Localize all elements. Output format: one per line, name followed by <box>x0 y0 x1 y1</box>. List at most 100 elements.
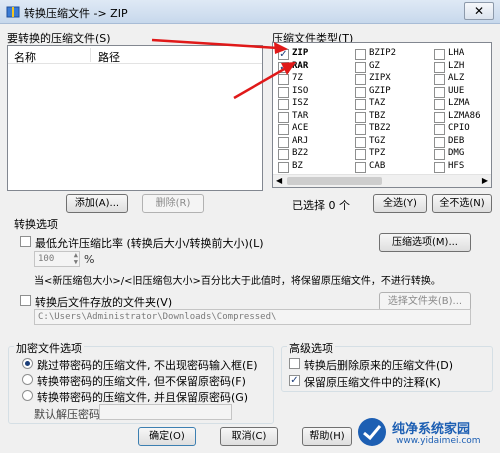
type-checkbox[interactable] <box>355 99 366 110</box>
convert-keep-password-radio[interactable] <box>22 390 33 401</box>
min-ratio-label: 最低允许压缩比率 (转换后大小/转换前大小)(L) <box>35 237 264 250</box>
type-label: GZIP <box>369 85 391 96</box>
type-label: TAZ <box>369 98 386 108</box>
type-checkbox[interactable] <box>434 49 445 60</box>
convert-drop-password-label: 转换带密码的压缩文件, 但不保留原密码(F) <box>37 375 246 388</box>
type-label: LHA <box>448 48 465 58</box>
save-folder-checkbox[interactable] <box>20 295 31 306</box>
type-label: TBZ <box>369 110 386 121</box>
type-checkbox[interactable] <box>278 136 289 148</box>
type-label: BZ <box>292 160 303 171</box>
type-label: TGZ <box>369 135 386 146</box>
type-checkbox[interactable] <box>434 61 445 73</box>
type-label: ZIPX <box>369 73 391 83</box>
type-checkbox[interactable] <box>278 161 289 173</box>
spinner-arrows-icon[interactable]: ▲ ▼ <box>74 252 78 266</box>
type-checkbox[interactable] <box>434 149 445 160</box>
delete-original-label: 转换后删除原来的压缩文件(D) <box>304 359 454 372</box>
default-password-label: 默认解压密码: <box>34 408 104 421</box>
type-label: TPZ <box>369 148 386 158</box>
types-list[interactable]: ZIPRAR7ZISOISZTARACEARJBZ2BZBZIP2GZZIPXG… <box>272 42 492 188</box>
skip-encrypted-radio[interactable] <box>22 358 33 369</box>
delete-button[interactable]: 删除(R) <box>142 194 204 213</box>
skip-encrypted-label: 跳过带密码的压缩文件, 不出现密码输入框(E) <box>37 359 258 372</box>
add-button[interactable]: 添加(A)... <box>66 194 128 213</box>
watermark-url: www.yidaimei.com <box>396 436 481 446</box>
column-path-header[interactable]: 路径 <box>98 49 120 65</box>
ok-button[interactable]: 确定(O) <box>138 427 196 446</box>
type-checkbox[interactable] <box>355 124 366 135</box>
ratio-note: 当<新压缩包大小>/<旧压缩包大小>百分比大于此值时，将保留原压缩文件，不进行转… <box>34 276 441 287</box>
files-section-label: 要转换的压缩文件(S) <box>7 32 111 45</box>
type-checkbox[interactable] <box>355 49 366 60</box>
compress-options-button[interactable]: 压缩选项(M)... <box>379 233 471 252</box>
type-checkbox[interactable] <box>355 136 366 148</box>
select-none-button[interactable]: 全不选(N) <box>432 194 492 213</box>
type-label: BZ2 <box>292 148 309 158</box>
scroll-left-icon[interactable]: ◀ <box>276 176 282 185</box>
select-all-button[interactable]: 全选(Y) <box>373 194 427 213</box>
column-name-header[interactable]: 名称 <box>14 49 36 65</box>
encrypt-section-label: 加密文件选项 <box>14 340 84 356</box>
help-button[interactable]: 帮助(H) <box>302 427 352 446</box>
type-checkbox[interactable] <box>355 149 366 160</box>
cancel-button[interactable]: 取消(C) <box>220 427 278 446</box>
type-label: ALZ <box>448 73 465 83</box>
delete-original-checkbox[interactable] <box>289 358 300 369</box>
type-label: TAR <box>292 110 309 121</box>
convert-dialog: 转换压缩文件 -> ZIP ✕ 要转换的压缩文件(S) 名称 路径 添加(A).… <box>0 0 500 453</box>
type-checkbox[interactable] <box>434 136 445 148</box>
type-label: CPIO <box>448 123 470 133</box>
selected-count: 已选择 0 个 <box>292 199 350 212</box>
scroll-right-icon[interactable]: ▶ <box>482 176 488 185</box>
type-checkbox[interactable] <box>434 86 445 98</box>
percent-sign: % <box>84 253 95 266</box>
save-folder-label: 转换后文件存放的文件夹(V) <box>35 296 173 309</box>
type-label: LZH <box>448 60 465 71</box>
type-label: GZ <box>369 60 380 71</box>
folder-path-field[interactable]: C:\Users\Administrator\Downloads\Compres… <box>34 309 471 325</box>
close-button[interactable]: ✕ <box>464 2 494 20</box>
ratio-spinner[interactable]: 100 ▲ ▼ <box>34 251 80 267</box>
type-label: LZMA <box>448 98 470 108</box>
type-label: DMG <box>448 148 465 158</box>
type-checkbox[interactable] <box>355 61 366 73</box>
convert-drop-password-radio[interactable] <box>22 374 33 385</box>
type-checkbox[interactable] <box>434 99 445 110</box>
type-label: UUE <box>448 85 465 96</box>
type-checkbox[interactable] <box>278 124 289 135</box>
column-divider <box>90 48 91 62</box>
type-checkbox[interactable] <box>355 86 366 98</box>
type-checkbox[interactable] <box>355 111 366 123</box>
type-checkbox[interactable] <box>434 111 445 123</box>
type-checkbox[interactable] <box>278 149 289 160</box>
watermark-site-name: 纯净系统家园 <box>392 422 471 437</box>
advanced-section-label: 高级选项 <box>287 340 335 356</box>
red-arrow-icon <box>233 62 296 100</box>
scrollbar-thumb[interactable] <box>287 177 382 185</box>
min-ratio-checkbox[interactable] <box>20 236 31 247</box>
type-checkbox[interactable] <box>434 124 445 135</box>
convert-keep-password-label: 转换带密码的压缩文件, 并且保留原密码(G) <box>37 391 249 404</box>
archive-app-icon <box>6 6 20 18</box>
title-bar: 转换压缩文件 -> ZIP ✕ <box>0 0 500 24</box>
site-watermark: 纯净系统家园 www.yidaimei.com <box>352 412 500 453</box>
keep-comment-checkbox[interactable] <box>289 375 300 386</box>
type-label: CAB <box>369 160 386 171</box>
type-checkbox[interactable] <box>355 161 366 173</box>
type-label: ACE <box>292 123 309 133</box>
default-password-field[interactable] <box>99 404 232 420</box>
horizontal-scrollbar[interactable]: ◀ ▶ <box>273 174 491 187</box>
type-label: TBZ2 <box>369 123 391 133</box>
ratio-value: 100 <box>38 254 55 264</box>
type-label: LZMA86 <box>448 110 481 121</box>
type-checkbox[interactable] <box>278 111 289 123</box>
keep-comment-label: 保留原压缩文件中的注释(K) <box>304 376 441 389</box>
watermark-logo-icon <box>358 418 386 446</box>
type-label: DEB <box>448 135 465 146</box>
convert-section-label: 转换选项 <box>14 218 58 231</box>
type-checkbox[interactable] <box>434 74 445 85</box>
type-checkbox[interactable] <box>434 161 445 173</box>
type-checkbox[interactable] <box>355 74 366 85</box>
type-label: BZIP2 <box>369 48 397 58</box>
